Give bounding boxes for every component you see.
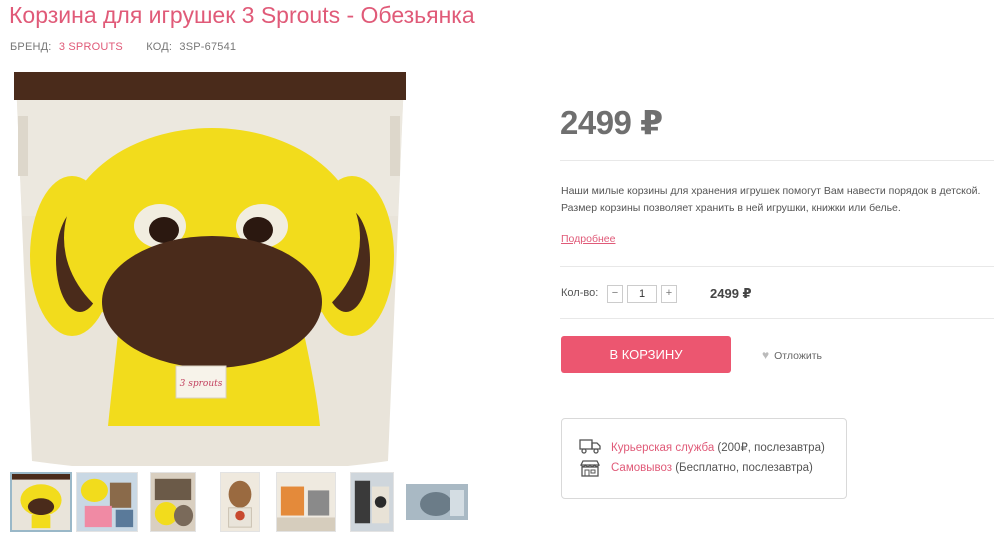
thumbnail-4[interactable] — [220, 472, 260, 532]
thumbnail-1-image — [12, 474, 70, 530]
brand-label: Бренд: — [10, 41, 52, 53]
wishlist-label: Отложить — [774, 350, 823, 362]
basket-tag-text: 3 sprouts — [180, 379, 223, 389]
pickup-details: (Бесплатно, послезавтра) — [672, 462, 813, 474]
code-label: Код: — [146, 41, 173, 53]
courier-link[interactable]: Курьерская служба — [611, 442, 714, 454]
quantity-total-price: 2499 ₽ — [710, 286, 752, 301]
brand-link[interactable]: 3 SPROUTS — [59, 41, 123, 53]
quantity-decrease-button[interactable]: − — [607, 285, 623, 303]
description-line-1: Наши милые корзины для хранения игрушек … — [561, 185, 981, 197]
store-icon — [579, 460, 601, 477]
thumbnail-1[interactable] — [10, 472, 72, 532]
code-value: 3SP-67541 — [179, 41, 237, 53]
thumbnail-5[interactable] — [276, 472, 336, 532]
more-details-link[interactable]: Подробнее — [561, 233, 615, 245]
wishlist-link[interactable]: ♥ Отложить — [762, 348, 822, 362]
heart-icon: ♥ — [762, 348, 770, 362]
thumbnail-7[interactable] — [406, 472, 468, 532]
product-description: Наши милые корзины для хранения игрушек … — [561, 183, 1000, 217]
courier-details: (200₽, послезавтра) — [714, 442, 825, 454]
thumbnail-5-image — [277, 473, 335, 531]
thumbnail-2[interactable] — [76, 472, 138, 532]
product-main-image[interactable]: 3 sprouts — [0, 66, 420, 474]
divider — [560, 318, 994, 319]
thumbnail-3[interactable] — [150, 472, 196, 532]
add-to-cart-button[interactable]: В корзину — [561, 336, 731, 373]
quantity-increase-button[interactable]: + — [661, 285, 677, 303]
description-line-2: Размер корзины позволяет хранить в ней и… — [561, 202, 901, 214]
truck-icon — [579, 439, 601, 454]
delivery-options: Курьерская служба (200₽, послезавтра) Са… — [561, 418, 847, 499]
quantity-label: Кол-во: — [561, 287, 599, 299]
thumbnail-4-image — [221, 473, 259, 531]
monkey-basket-image: 3 sprouts — [14, 72, 406, 474]
thumbnail-2-image — [77, 473, 137, 531]
divider — [560, 266, 994, 267]
thumbnail-6[interactable] — [350, 472, 394, 532]
pickup-link[interactable]: Самовывоз — [611, 462, 672, 474]
product-meta: Бренд: 3 SPROUTS Код: 3SP-67541 — [10, 41, 236, 53]
quantity-input[interactable]: 1 — [627, 285, 657, 303]
thumbnail-3-image — [151, 473, 195, 531]
divider — [560, 160, 994, 161]
product-title: Корзина для игрушек 3 Sprouts - Обезьянк… — [9, 2, 475, 28]
thumbnail-7-image — [406, 472, 468, 532]
thumbnail-6-image — [351, 473, 393, 531]
product-price: 2499 ₽ — [560, 104, 663, 141]
